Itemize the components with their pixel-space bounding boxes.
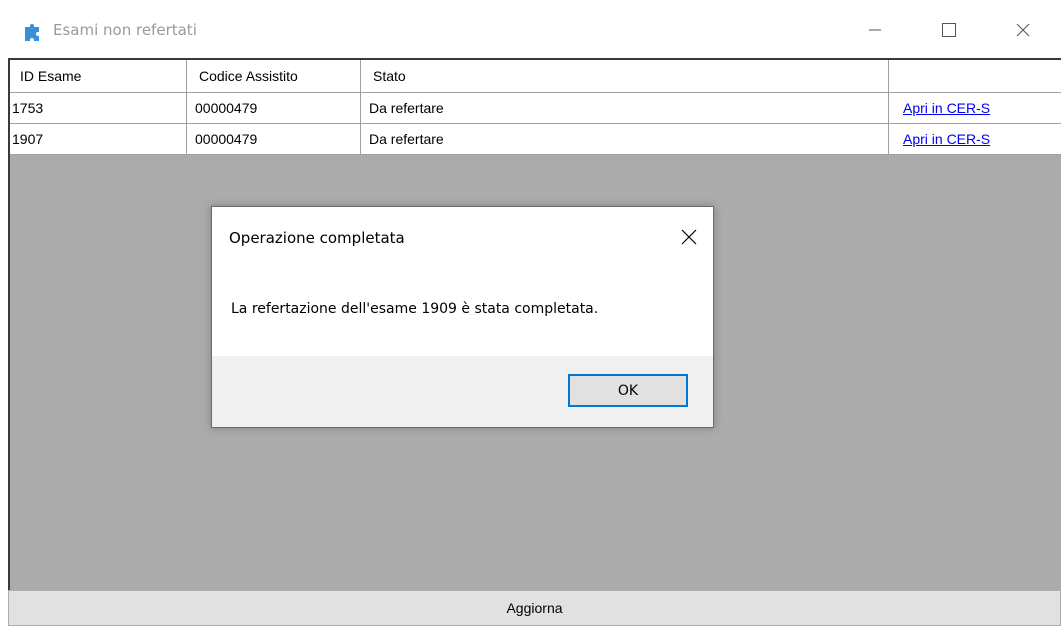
title-bar[interactable]: Esami non refertati: [0, 0, 1061, 58]
table-row[interactable]: 1753 00000479 Da refertare Apri in CER-S: [10, 93, 1061, 124]
minimize-button[interactable]: [852, 8, 898, 52]
header-row: ID Esame Codice Assistito Stato: [10, 60, 1061, 93]
column-header-actions[interactable]: [889, 60, 1061, 92]
open-in-cer-s-link[interactable]: Apri in CER-S: [897, 100, 990, 116]
dialog-close-button[interactable]: [669, 217, 709, 257]
dialog-message: La refertazione dell'esame 1909 è stata …: [231, 301, 599, 317]
close-icon: [681, 229, 697, 245]
close-button[interactable]: [1000, 8, 1046, 52]
cell-action: Apri in CER-S: [889, 124, 1061, 154]
dialog-title: Operazione completata: [229, 229, 405, 247]
cell-codice-assistito[interactable]: 00000479: [187, 93, 361, 123]
cell-action: Apri in CER-S: [889, 93, 1061, 123]
main-window: Esami non refertati ID Esame Codice Assi…: [0, 0, 1061, 626]
close-icon: [1016, 23, 1030, 37]
maximize-button[interactable]: [926, 8, 972, 52]
minimize-icon: [869, 29, 881, 31]
cell-codice-assistito[interactable]: 00000479: [187, 124, 361, 154]
message-dialog: Operazione completata La refertazione de…: [211, 206, 714, 428]
table-row[interactable]: 1907 00000479 Da refertare Apri in CER-S: [10, 124, 1061, 155]
dialog-footer: OK: [212, 356, 713, 427]
column-header-codice-assistito[interactable]: Codice Assistito: [187, 60, 361, 92]
cell-id-esame[interactable]: 1907: [10, 124, 187, 154]
cell-stato[interactable]: Da refertare: [361, 124, 889, 154]
cell-id-esame[interactable]: 1753: [10, 93, 187, 123]
column-header-id-esame[interactable]: ID Esame: [10, 60, 187, 92]
puzzle-icon: [23, 24, 41, 42]
ok-button[interactable]: OK: [568, 374, 688, 407]
maximize-icon: [942, 23, 956, 37]
column-header-stato[interactable]: Stato: [361, 60, 889, 92]
refresh-button[interactable]: Aggiorna: [8, 590, 1061, 626]
open-in-cer-s-link[interactable]: Apri in CER-S: [897, 131, 990, 147]
window-title: Esami non refertati: [53, 21, 197, 39]
cell-stato[interactable]: Da refertare: [361, 93, 889, 123]
